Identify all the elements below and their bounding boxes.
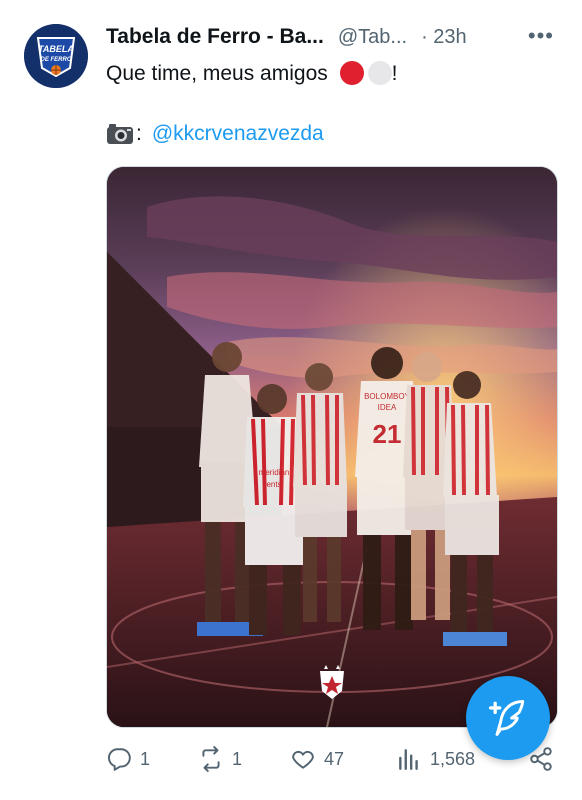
repost-icon (202, 746, 220, 772)
reply-button[interactable]: 1 (106, 746, 150, 772)
logo-text-2: DE FERRO (40, 57, 71, 63)
views-count: 1,568 (430, 748, 476, 769)
jersey-number: 21 (373, 419, 402, 449)
jersey-sponsor-4: IDEA (378, 403, 397, 412)
views-chart-icon (399, 749, 418, 770)
repost-button[interactable]: 1 (198, 746, 242, 772)
tweet-text-body: Que time, meus amigos (106, 62, 328, 85)
reply-count: 1 (140, 748, 151, 769)
tweet-header: Tabela de Ferro - Ba... @Tab... · 23h (106, 23, 564, 51)
time-separator: · (421, 25, 428, 48)
time-value: 23h (433, 25, 467, 48)
jersey-sponsor-2: ents (266, 480, 281, 489)
tweet-text-end: ! (391, 62, 398, 85)
logo-text-1: TABELA (38, 44, 74, 54)
tweet-time[interactable]: · 23h (421, 26, 467, 49)
heart-icon (292, 750, 314, 769)
camera-colon: : (136, 122, 142, 145)
author-avatar[interactable]: TABELA DE FERRO (24, 24, 88, 88)
like-button[interactable]: 47 (290, 746, 344, 772)
like-count: 47 (324, 748, 345, 769)
white-circle-emoji (367, 61, 392, 85)
jersey-sponsor-3: BOLOMBOY (364, 392, 410, 401)
compose-feather-icon (488, 700, 525, 736)
tweet-image[interactable]: meridian ents BOLOMBOY IDEA 21 (106, 166, 558, 728)
author-name[interactable]: Tabela de Ferro - Ba... (106, 25, 324, 49)
camera-credit-line: : @kkcrvenazvezda (106, 120, 324, 148)
jersey-sponsor-1: meridian (259, 468, 290, 477)
reply-icon (108, 748, 131, 771)
team-photo: meridian ents BOLOMBOY IDEA 21 (107, 167, 557, 727)
repost-count: 1 (232, 748, 243, 769)
author-handle[interactable]: @Tab... (338, 26, 407, 49)
red-circle-emoji (339, 61, 364, 85)
views-button[interactable]: 1,568 (396, 746, 475, 772)
tweet-text: Que time, meus amigos ! (106, 60, 397, 88)
more-dots-icon[interactable]: ••• (528, 25, 554, 47)
mention-link[interactable]: @kkcrvenazvezda (152, 120, 324, 148)
tabela-de-ferro-logo: TABELA DE FERRO (24, 24, 88, 88)
compose-button[interactable] (466, 676, 550, 760)
camera-icon (107, 124, 133, 144)
